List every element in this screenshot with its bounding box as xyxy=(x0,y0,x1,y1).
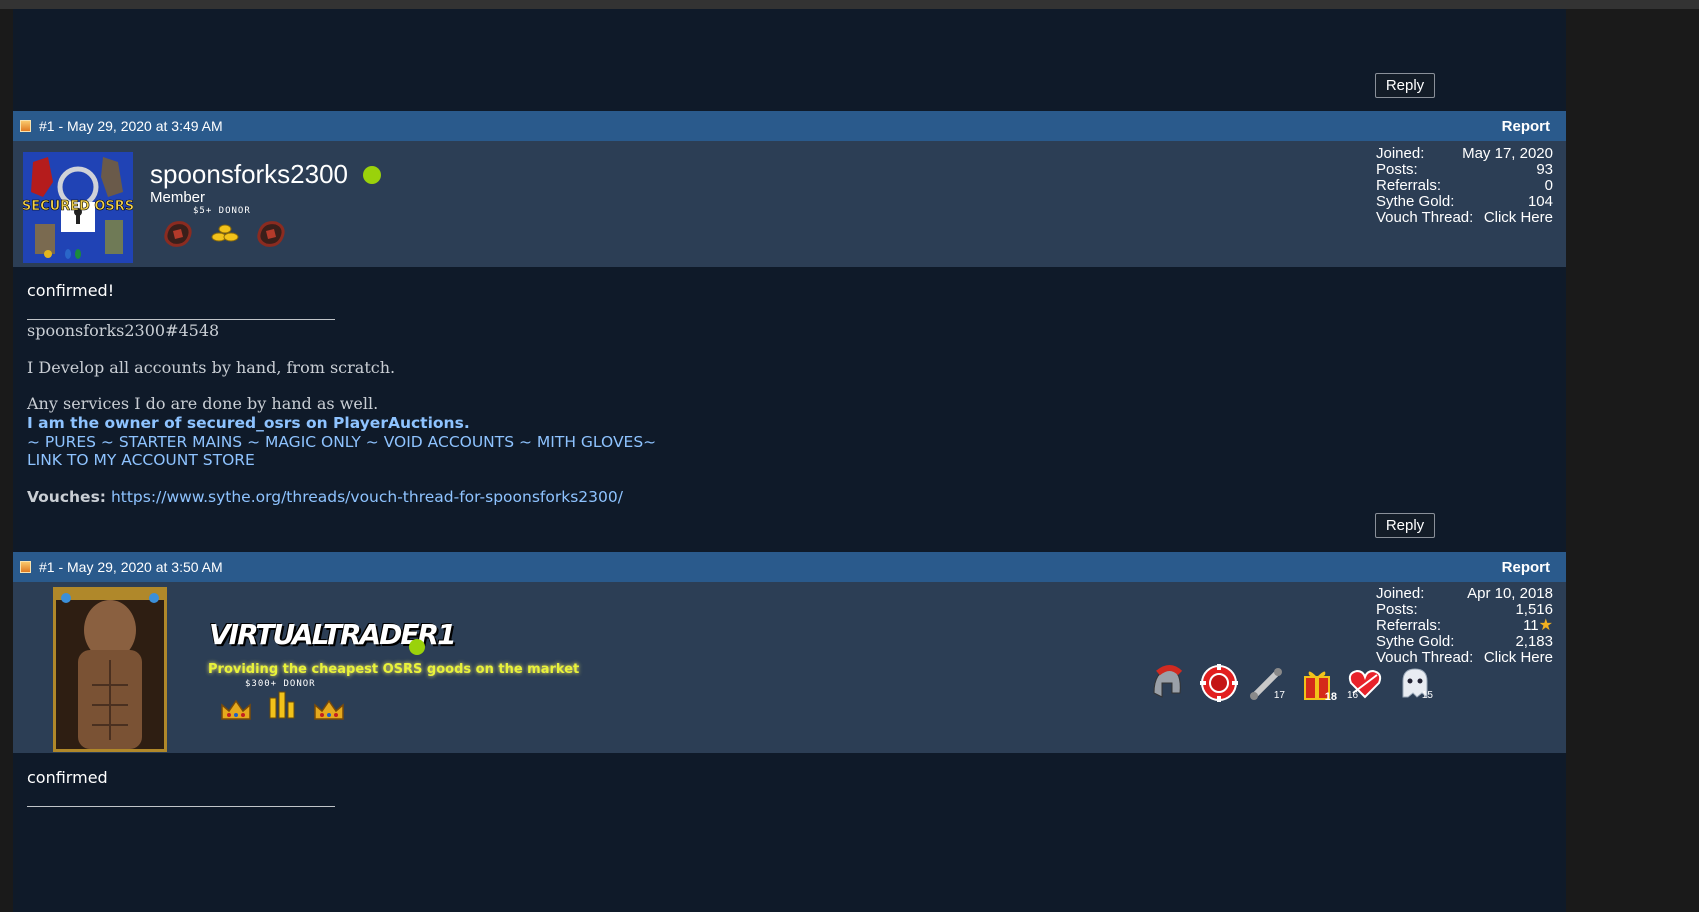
post-permalink[interactable]: #1 - May 29, 2020 at 3:50 AM xyxy=(39,559,223,575)
donor-label: $5+ DONOR xyxy=(193,206,251,216)
rune-badge-icon-2 xyxy=(254,217,288,251)
vouches-label: Vouches: xyxy=(27,487,106,506)
scroll-icon: 17 xyxy=(1247,663,1287,703)
report-link[interactable]: Report xyxy=(1502,559,1550,576)
avatar-image: SECURED OSRS xyxy=(23,152,133,263)
spartan-helmet-icon xyxy=(1148,663,1188,703)
stat-joined: Joined: May 17, 2020 xyxy=(1376,145,1553,162)
avatar-image xyxy=(56,590,164,749)
avatar[interactable] xyxy=(53,587,167,752)
avatar[interactable]: SECURED OSRS xyxy=(23,152,133,263)
signature-1-links: I am the owner of secured_osrs on Player… xyxy=(27,414,656,506)
browser-top-bar xyxy=(0,0,1699,9)
sig-line-1: I Develop all accounts by hand, from scr… xyxy=(27,357,396,377)
poker-chip-icon xyxy=(1199,663,1239,703)
report-link[interactable]: Report xyxy=(1502,118,1550,135)
gold-bars-icon xyxy=(266,688,300,722)
account-store-link[interactable]: LINK TO MY ACCOUNT STORE xyxy=(27,451,656,470)
online-status-indicator xyxy=(363,166,381,184)
stat-posts: Posts: 1,516 xyxy=(1376,601,1553,618)
post-body-1: confirmed! xyxy=(27,281,115,300)
reply-button-post-1[interactable]: Reply xyxy=(1375,513,1435,538)
award-count: 18 xyxy=(1324,691,1337,703)
signature-divider xyxy=(27,319,335,320)
rune-badge-icon xyxy=(161,217,195,251)
vouches-link[interactable]: https://www.sythe.org/threads/vouch-thre… xyxy=(111,488,623,506)
reply-button-top[interactable]: Reply xyxy=(1375,73,1435,98)
crown-icon-2 xyxy=(312,693,346,727)
ghost-icon: 15 xyxy=(1395,663,1435,703)
heart-icon: 16 xyxy=(1345,663,1385,703)
vouch-thread-link[interactable]: Click Here xyxy=(1484,210,1553,226)
gold-coins-icon xyxy=(208,217,242,251)
user-info-bar-1: SECURED OSRS spoonsforks2300 Member $5+ … xyxy=(13,141,1566,267)
award-count: 15 xyxy=(1421,690,1433,701)
sig-owner: I am the owner of secured_osrs on Player… xyxy=(27,414,470,432)
post-header-1: #1 - May 29, 2020 at 3:49 AM Report xyxy=(13,111,1566,141)
award-count: 17 xyxy=(1273,690,1285,701)
user-tagline: Providing the cheapest OSRS goods on the… xyxy=(208,662,580,677)
post-body-2: confirmed xyxy=(27,768,108,787)
post-header-2: #1 - May 29, 2020 at 3:50 AM Report xyxy=(13,552,1566,582)
gift-box-icon: 18 xyxy=(1297,663,1337,703)
crown-icon xyxy=(219,693,253,727)
post-permalink[interactable]: #1 - May 29, 2020 at 3:49 AM xyxy=(39,118,223,134)
stat-referrals: Referrals: 0 xyxy=(1376,177,1553,194)
stat-joined: Joined: Apr 10, 2018 xyxy=(1376,585,1553,602)
sig-categories-link[interactable]: ~ PURES ~ STARTER MAINS ~ MAGIC ONLY ~ V… xyxy=(27,433,656,452)
stat-posts: Posts: 93 xyxy=(1376,161,1553,178)
signature-1: spoonsforks2300#4548 I Develop all accou… xyxy=(27,321,396,414)
award-count: 16 xyxy=(1347,690,1359,701)
user-role: Member xyxy=(150,189,206,206)
sig-discord: spoonsforks2300#4548 xyxy=(27,321,220,340)
post-icon xyxy=(20,120,31,132)
stat-sythe-gold: Sythe Gold: 2,183 xyxy=(1376,633,1553,650)
post-icon xyxy=(20,561,31,573)
stat-sythe-gold: Sythe Gold: 104 xyxy=(1376,193,1553,210)
user-stats: Joined: Apr 10, 2018 Posts: 1,516 Referral… xyxy=(1376,586,1553,666)
referral-star-icon: ★ xyxy=(1538,617,1553,634)
vouch-thread-link[interactable]: Click Here xyxy=(1484,650,1553,666)
svg-text:SECURED OSRS: SECURED OSRS xyxy=(23,199,133,214)
sig-line-2: Any services I do are done by hand as we… xyxy=(27,394,379,413)
username[interactable]: spoonsforks2300 xyxy=(150,159,348,190)
user-stats: Joined: May 17, 2020 Posts: 93 Referrals: 0… xyxy=(1376,146,1553,226)
stat-referrals: Referrals: 11 ★ xyxy=(1376,617,1553,634)
signature-divider xyxy=(27,806,335,807)
online-status-indicator xyxy=(409,639,425,655)
user-info-bar-2: VIRTUALTRADER1 Providing the cheapest OS… xyxy=(13,582,1566,753)
stat-vouch-thread: Vouch Thread: Click Here xyxy=(1376,209,1553,226)
